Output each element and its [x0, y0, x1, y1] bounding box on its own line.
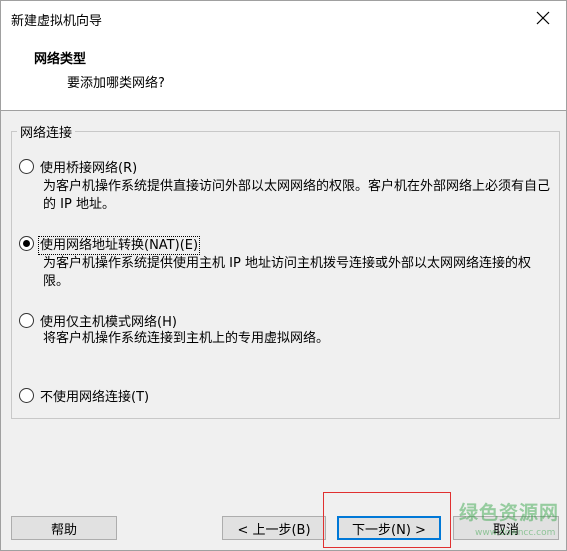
wizard-header: 网络类型 要添加哪类网络? [1, 35, 566, 111]
radio-nat-label: 使用网络地址转换(NAT)(E) [37, 236, 201, 255]
group-label: 网络连接 [17, 122, 76, 141]
radio-bridged[interactable]: 使用桥接网络(R) [19, 157, 137, 176]
close-icon [536, 11, 550, 25]
radio-host-only-label: 使用仅主机模式网络(H) [40, 315, 177, 330]
radio-host-only[interactable]: 使用仅主机模式网络(H) [19, 311, 177, 330]
wizard-window: 新建虚拟机向导 网络类型 要添加哪类网络? 网络连接 使用桥接网络(R) 为客户… [0, 0, 567, 551]
radio-no-network-label: 不使用网络连接(T) [40, 390, 150, 405]
radio-dot [23, 240, 30, 247]
watermark-text: 绿色资源网 [459, 502, 560, 524]
radio-nat[interactable]: 使用网络地址转换(NAT)(E) [19, 234, 201, 255]
host-only-description: 将客户机操作系统连接到主机上的专用虚拟网络。 [43, 331, 330, 346]
radio-circle[interactable] [19, 159, 34, 174]
window-title: 新建虚拟机向导 [11, 14, 103, 29]
radio-circle[interactable] [19, 313, 34, 328]
page-title: 网络类型 [34, 52, 87, 67]
radio-no-network[interactable]: 不使用网络连接(T) [19, 386, 149, 405]
radio-circle[interactable] [19, 388, 34, 403]
back-button[interactable]: < 上一步(B) [222, 516, 326, 540]
radio-bridged-label: 使用桥接网络(R) [40, 161, 138, 176]
close-button[interactable] [520, 1, 566, 35]
title-bar: 新建虚拟机向导 [1, 1, 566, 35]
nat-description: 为客户机操作系统提供使用主机 IP 地址访问主机拨号连接或外部以太网网络连接的权… [43, 256, 531, 289]
help-button[interactable]: 帮助 [11, 516, 117, 540]
watermark-url: www.downcc.com [475, 528, 556, 538]
page-subtitle: 要添加哪类网络? [67, 76, 165, 91]
bridged-description: 为客户机操作系统提供直接访问外部以太网网络的权限。客户机在外部网络上必须有自己的… [43, 179, 551, 212]
radio-circle-selected[interactable] [19, 236, 34, 251]
next-button[interactable]: 下一步(N) > [337, 516, 441, 540]
